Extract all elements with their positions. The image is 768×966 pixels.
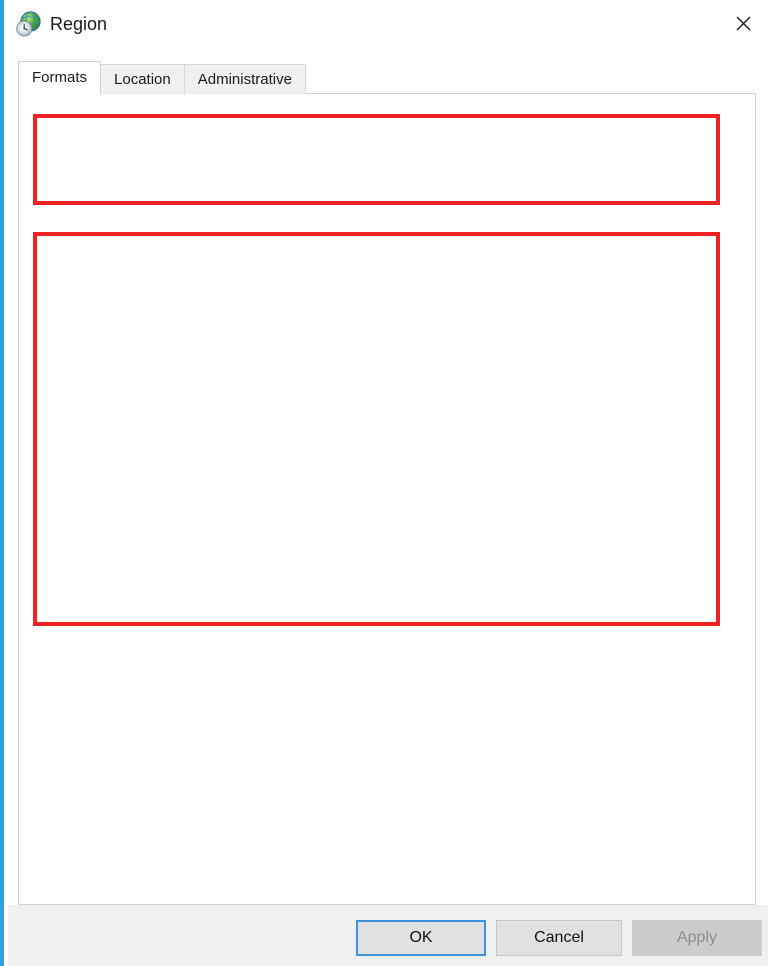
tab-formats[interactable]: Formats [18, 61, 101, 94]
tab-formats-label: Formats [32, 69, 87, 86]
tab-location[interactable]: Location [100, 64, 185, 94]
title-bar: Region [4, 0, 768, 50]
formats-tab-panel [18, 93, 756, 905]
ok-button[interactable]: OK [356, 920, 486, 956]
tab-administrative[interactable]: Administrative [184, 64, 306, 94]
apply-button: Apply [632, 920, 762, 956]
tab-location-label: Location [114, 71, 171, 88]
region-dialog-window: Region Formats Location Administrative F… [0, 0, 768, 966]
region-globe-clock-icon [14, 10, 42, 38]
tab-administrative-label: Administrative [198, 71, 292, 88]
tab-strip: Formats Location Administrative [18, 62, 305, 94]
window-title: Region [50, 11, 107, 37]
close-icon[interactable] [718, 0, 768, 46]
cancel-button[interactable]: Cancel [496, 920, 622, 956]
